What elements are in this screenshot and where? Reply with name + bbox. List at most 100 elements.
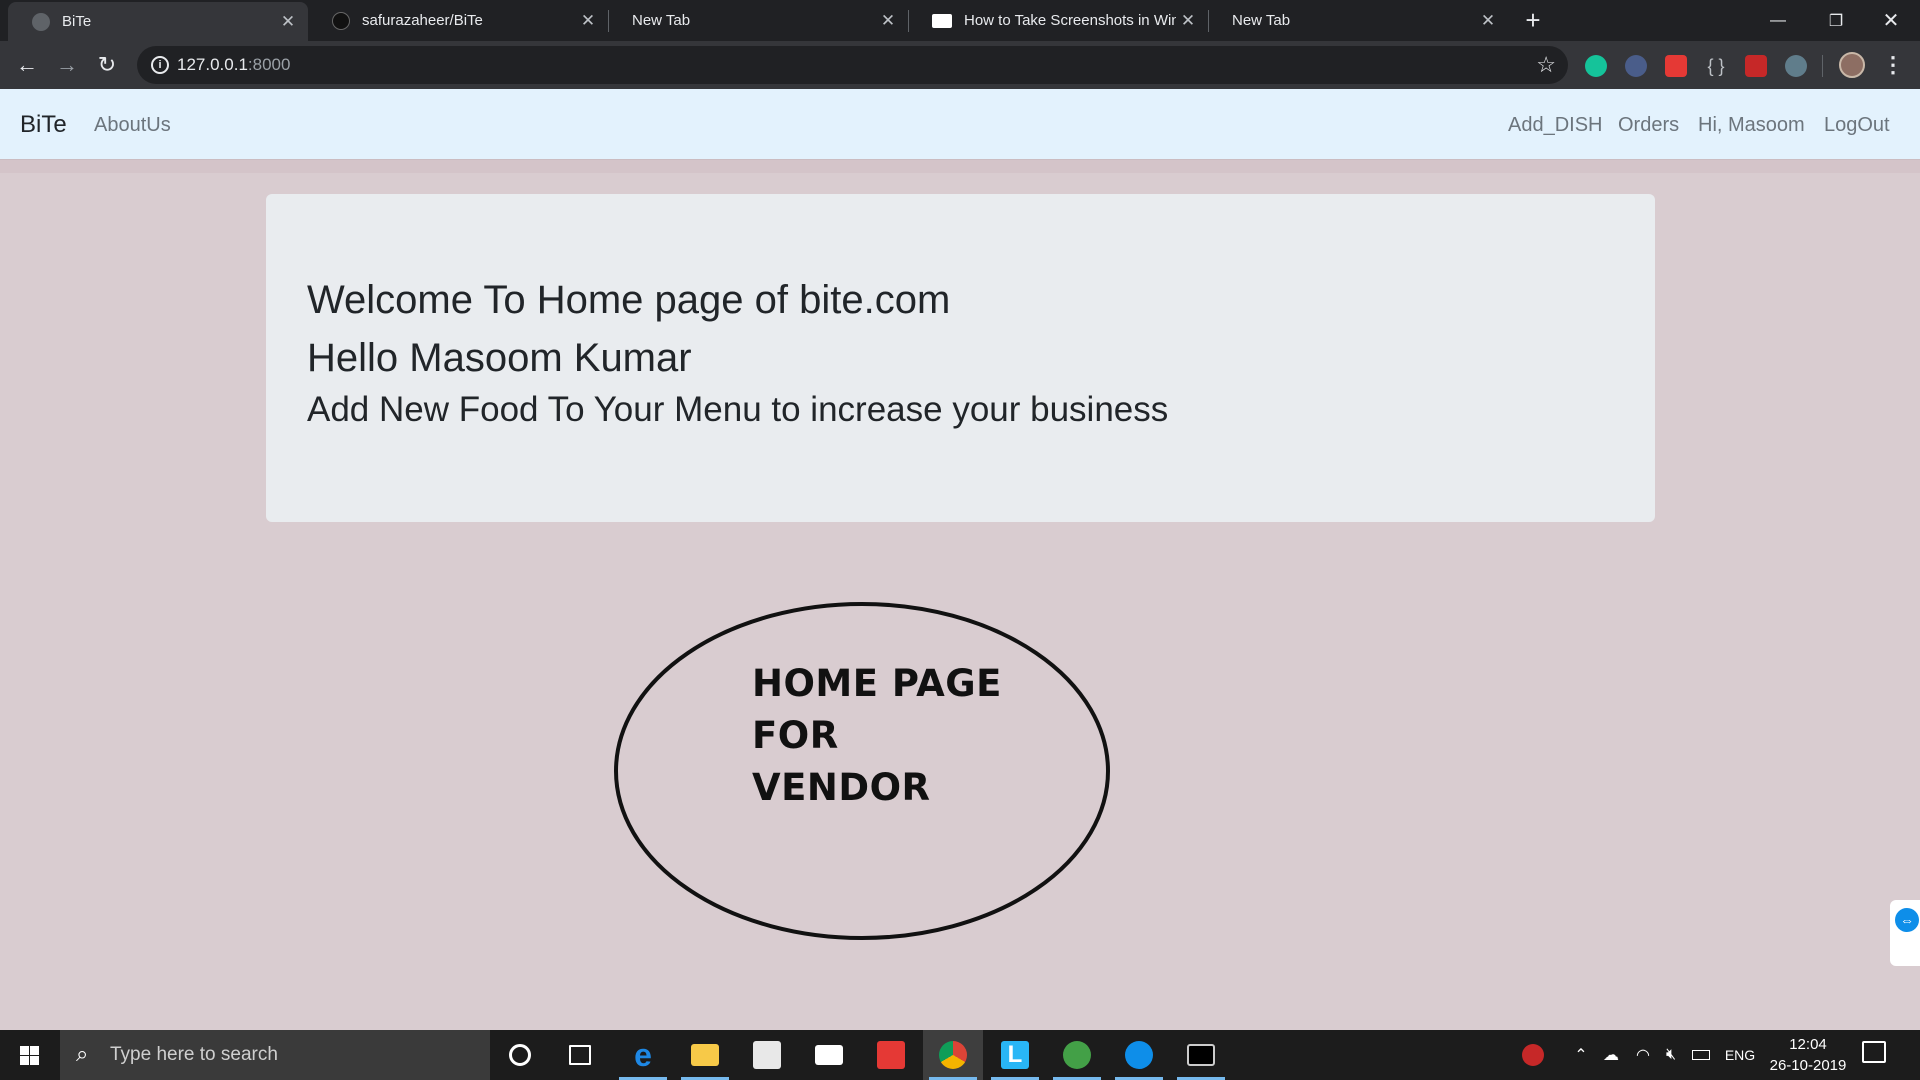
globe-icon <box>32 12 50 31</box>
notification-center-icon[interactable] <box>1862 1041 1886 1063</box>
taskbar-search-box[interactable]: ⌕ Type here to search <box>60 1030 490 1080</box>
atom-icon <box>1063 1041 1091 1069</box>
taskbar-app-l[interactable]: L <box>985 1030 1045 1080</box>
tab-new-tab-2[interactable]: New Tab ✕ <box>1208 0 1508 41</box>
folder-icon <box>691 1044 719 1066</box>
chrome-menu-icon[interactable]: ⋮ <box>1882 50 1904 80</box>
back-button[interactable]: ← <box>11 49 43 81</box>
close-icon[interactable]: ✕ <box>876 11 900 31</box>
minimize-button[interactable]: — <box>1749 0 1807 41</box>
browser-tab-strip: BiTe ✕ safurazaheer/BiTe ✕ New Tab ✕ How… <box>0 0 1920 41</box>
nav-link-user-greeting[interactable]: Hi, Masoom <box>1698 114 1805 137</box>
taskbar-app-red[interactable] <box>861 1030 921 1080</box>
url-host: 127.0.0.1 <box>177 55 248 74</box>
close-icon[interactable]: ✕ <box>276 12 300 32</box>
wifi-icon: ◠ <box>1636 1047 1650 1064</box>
tab-title: New Tab <box>632 12 691 29</box>
extension-icon[interactable] <box>1745 55 1767 77</box>
start-button[interactable] <box>0 1030 60 1080</box>
tab-github[interactable]: safurazaheer/BiTe ✕ <box>308 0 608 41</box>
edge-icon: e <box>634 1037 652 1073</box>
close-window-button[interactable]: ✕ <box>1862 0 1920 41</box>
cloud-icon: ☁ <box>1603 1047 1619 1064</box>
battery-icon <box>1692 1050 1710 1060</box>
address-bar[interactable]: i 127.0.0.1:8000 ☆ <box>137 46 1568 84</box>
close-icon[interactable]: ✕ <box>576 11 600 31</box>
cortana-button[interactable] <box>490 1030 550 1080</box>
taskbar-teamviewer[interactable] <box>1109 1030 1169 1080</box>
task-view-button[interactable] <box>550 1030 610 1080</box>
taskbar-atom[interactable] <box>1047 1030 1107 1080</box>
tab-title: New Tab <box>1232 12 1291 29</box>
github-icon <box>332 11 350 30</box>
teamviewer-icon <box>1125 1041 1153 1069</box>
teamviewer-side-widget[interactable]: ⇔ <box>1890 900 1920 966</box>
new-tab-button[interactable]: + <box>1519 6 1547 34</box>
tagline: Add New Food To Your Menu to increase yo… <box>307 390 1169 429</box>
battery-tray[interactable] <box>1686 1030 1716 1080</box>
language-indicator[interactable]: ENG <box>1720 1030 1760 1080</box>
grammarly-extension-icon[interactable] <box>1585 55 1607 77</box>
tray-app-icon <box>1522 1044 1544 1066</box>
search-placeholder: Type here to search <box>110 1044 278 1065</box>
tab-title: BiTe <box>62 13 92 30</box>
tab-screenshots-article[interactable]: How to Take Screenshots in Wind ✕ <box>908 0 1208 41</box>
volume-tray[interactable]: 🔇︎ <box>1656 1030 1686 1080</box>
taskbar-store[interactable] <box>737 1030 797 1080</box>
chrome-icon <box>939 1041 967 1069</box>
profile-avatar[interactable] <box>1839 52 1865 78</box>
extension-icon[interactable] <box>1625 55 1647 77</box>
tab-bite[interactable]: BiTe ✕ <box>8 2 308 41</box>
ellipse-label-line: VENDOR <box>752 766 931 809</box>
site-navbar: BiTe AboutUs Add_DISH Orders Hi, Masoom … <box>0 89 1920 159</box>
nav-link-orders[interactable]: Orders <box>1618 114 1679 137</box>
taskbar-terminal[interactable] <box>1171 1030 1231 1080</box>
close-icon[interactable]: ✕ <box>1176 11 1200 31</box>
teamviewer-icon: ⇔ <box>1895 908 1919 932</box>
tray-app[interactable] <box>1518 1030 1548 1080</box>
chevron-up-icon: ⌃ <box>1574 1047 1588 1064</box>
ellipse-label: HOME PAGE FOR VENDOR <box>752 658 1002 814</box>
bookmark-star-icon[interactable]: ☆ <box>1536 52 1556 78</box>
close-icon[interactable]: ✕ <box>1476 11 1500 31</box>
store-icon <box>753 1041 781 1069</box>
url-port: :8000 <box>247 55 291 74</box>
json-extension-icon[interactable]: { } <box>1705 55 1727 77</box>
forward-button[interactable]: → <box>51 49 83 81</box>
taskbar-chrome[interactable] <box>923 1030 983 1080</box>
cortana-icon <box>509 1044 531 1066</box>
welcome-jumbotron: Welcome To Home page of bite.com Hello M… <box>266 194 1655 522</box>
browser-toolbar: ← → ↻ i 127.0.0.1:8000 ☆ { } ⋮ <box>0 41 1920 89</box>
windows-taskbar: ⌕ Type here to search e L ⌃ ☁ ◠ 🔇︎ ENG 1… <box>0 1030 1920 1080</box>
taskbar-edge[interactable]: e <box>613 1030 673 1080</box>
navbar-divider <box>0 159 1920 173</box>
windows-logo-icon <box>20 1046 39 1065</box>
clock-date: 26-10-2019 <box>1769 1057 1847 1074</box>
ellipse-label-line: FOR <box>752 714 839 757</box>
search-icon: ⌕ <box>76 1041 89 1066</box>
greeting-heading: Hello Masoom Kumar <box>307 336 692 380</box>
welcome-heading: Welcome To Home page of bite.com <box>307 278 951 322</box>
nav-link-add-dish[interactable]: Add_DISH <box>1508 114 1603 137</box>
mail-icon <box>815 1045 843 1065</box>
nav-link-logout[interactable]: LogOut <box>1824 114 1890 137</box>
restore-button[interactable]: ❐ <box>1807 0 1865 41</box>
nav-link-aboutus[interactable]: AboutUs <box>94 114 171 137</box>
volume-muted-icon: 🔇︎ <box>1665 1046 1677 1063</box>
tab-new-tab[interactable]: New Tab ✕ <box>608 0 908 41</box>
tab-title: safurazaheer/BiTe <box>362 12 483 29</box>
taskbar-file-explorer[interactable] <box>675 1030 735 1080</box>
network-tray[interactable]: ◠ <box>1628 1030 1658 1080</box>
onedrive-tray[interactable]: ☁ <box>1596 1030 1626 1080</box>
pocket-extension-icon[interactable] <box>1665 55 1687 77</box>
reload-button[interactable]: ↻ <box>91 49 123 81</box>
taskbar-mail[interactable] <box>799 1030 859 1080</box>
htg-icon <box>932 13 952 28</box>
info-icon[interactable]: i <box>151 56 169 74</box>
ellipse-label-line: HOME PAGE <box>752 662 1002 705</box>
app-icon <box>877 1041 905 1069</box>
brand-link[interactable]: BiTe <box>20 111 67 139</box>
taskbar-clock[interactable]: 12:04 26-10-2019 <box>1766 1034 1850 1076</box>
show-hidden-icons-button[interactable]: ⌃ <box>1568 1030 1594 1080</box>
extension-icon[interactable] <box>1785 55 1807 77</box>
